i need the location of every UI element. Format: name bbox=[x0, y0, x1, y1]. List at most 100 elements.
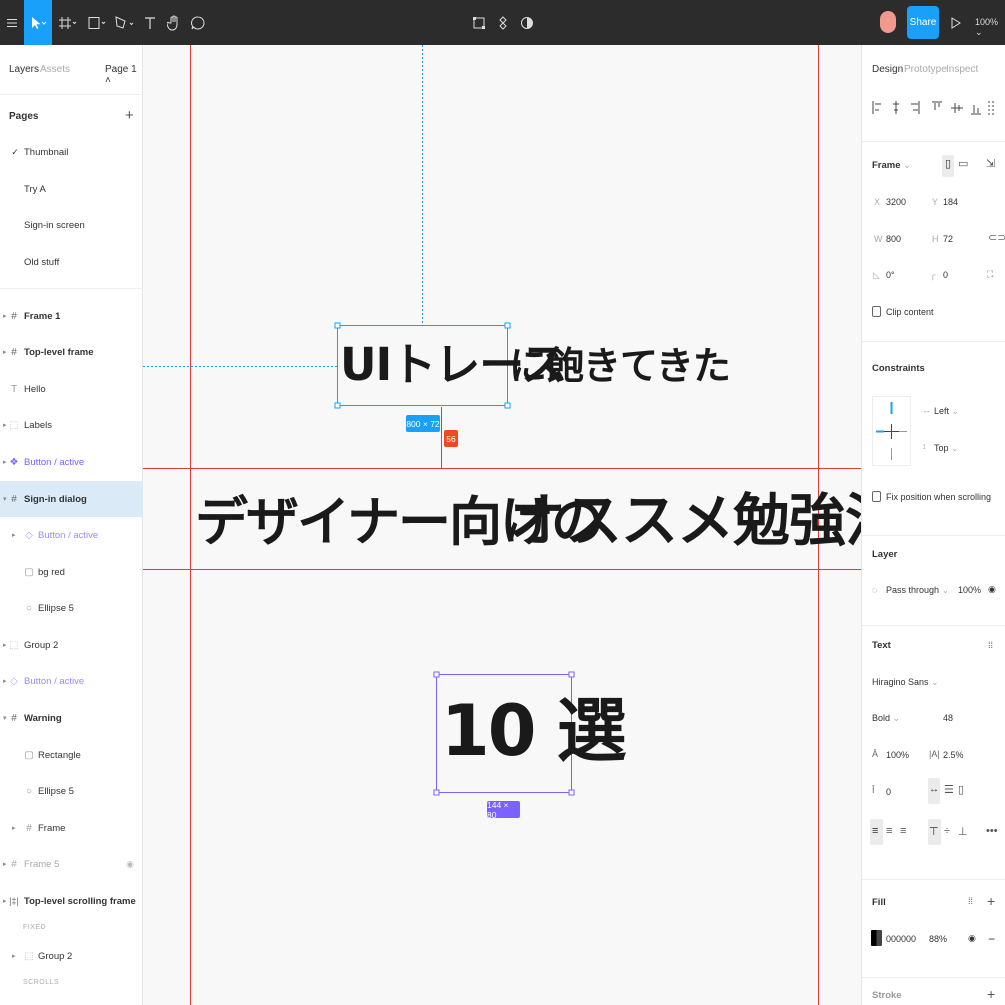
layer-item[interactable]: ▢ bg red bbox=[0, 554, 143, 590]
title-line-2b[interactable]: オススメ勉強法 bbox=[509, 487, 902, 555]
chevron-right-icon[interactable]: ▸ bbox=[12, 824, 16, 832]
fill-opacity[interactable]: 88% bbox=[929, 934, 947, 944]
avatar[interactable] bbox=[880, 11, 896, 33]
landscape-icon[interactable]: ▭ bbox=[958, 157, 968, 170]
tab-layers[interactable]: Layers bbox=[9, 64, 39, 75]
chevron-right-icon[interactable]: ▸ bbox=[3, 458, 7, 466]
align-bottom-icon[interactable]: ⊥ bbox=[958, 825, 968, 838]
layer-item[interactable]: ▸ ⬚ Labels bbox=[0, 407, 143, 443]
y-field[interactable]: 184 bbox=[943, 197, 958, 207]
pen-icon[interactable] bbox=[113, 13, 137, 33]
clip-content-checkbox[interactable] bbox=[872, 306, 881, 317]
chevron-right-icon[interactable]: ▸ bbox=[3, 421, 7, 429]
page-item-old-stuff[interactable]: Old stuff bbox=[0, 244, 143, 280]
fixed-size-icon[interactable]: ▯ bbox=[958, 783, 964, 796]
layer-item[interactable]: ○ Ellipse 5 bbox=[0, 773, 143, 809]
align-left-icon[interactable]: ≡ bbox=[872, 825, 878, 837]
eye-icon[interactable]: ◉ bbox=[968, 933, 976, 944]
chevron-right-icon[interactable]: ▸ bbox=[12, 531, 16, 539]
tab-inspect[interactable]: Inspect bbox=[946, 64, 978, 75]
layer-item[interactable]: ▸ ◇ Button / active bbox=[0, 517, 143, 553]
hidden-eye-icon[interactable]: ◉ bbox=[124, 859, 136, 870]
font-size-field[interactable]: 48 bbox=[943, 713, 953, 723]
layer-item[interactable]: ▢ Rectangle bbox=[0, 737, 143, 773]
chevron-right-icon[interactable]: ▸ bbox=[3, 641, 7, 649]
constraint-vertical[interactable]: Top ⌄ bbox=[934, 443, 959, 454]
frame-label[interactable]: Frame ⌄ bbox=[872, 160, 911, 171]
layer-item[interactable]: ▸ # Frame 1 bbox=[0, 298, 143, 334]
tab-prototype[interactable]: Prototype bbox=[904, 64, 947, 75]
width-field[interactable]: 800 bbox=[886, 234, 901, 244]
align-center-icon[interactable]: ≡ bbox=[886, 825, 892, 837]
layer-item[interactable]: ○ Ellipse 5 bbox=[0, 590, 143, 626]
letter-spacing-field[interactable]: 2.5% bbox=[943, 750, 964, 760]
shape-icon[interactable] bbox=[87, 13, 109, 33]
share-button[interactable]: Share bbox=[907, 6, 939, 39]
contrast-icon[interactable] bbox=[519, 13, 535, 33]
more-options-icon[interactable]: ••• bbox=[986, 825, 998, 837]
font-weight-select[interactable]: Bold ⌄ bbox=[872, 713, 900, 724]
layer-item[interactable]: ▸ ⬚ Group 2 bbox=[0, 627, 143, 663]
remove-fill-icon[interactable]: − bbox=[988, 932, 995, 946]
layer-item[interactable]: ▸ ◇ Button / active bbox=[0, 663, 143, 699]
auto-height-icon[interactable]: ☰ bbox=[944, 783, 954, 796]
layer-item[interactable]: ▾ # Warning bbox=[0, 700, 143, 736]
line-height-field[interactable]: 100% bbox=[886, 750, 909, 760]
layer-opacity[interactable]: 100% bbox=[958, 585, 981, 595]
auto-width-icon[interactable]: ↔ bbox=[929, 784, 939, 795]
layer-item-selected[interactable]: ▾ # Sign-in dialog bbox=[0, 481, 143, 517]
chevron-right-icon[interactable]: ▸ bbox=[3, 348, 7, 356]
page-item-try-a[interactable]: Try A bbox=[0, 171, 143, 207]
paragraph-spacing-field[interactable]: 0 bbox=[886, 787, 891, 797]
tab-design[interactable]: Design bbox=[872, 64, 903, 75]
constraints-widget[interactable] bbox=[872, 396, 912, 466]
hand-icon[interactable] bbox=[166, 13, 182, 33]
fill-hex[interactable]: 000000 bbox=[886, 934, 916, 944]
independent-corners-icon[interactable]: ⛶ bbox=[987, 269, 993, 280]
chevron-down-icon[interactable]: ▾ bbox=[3, 714, 7, 722]
chevron-right-icon[interactable]: ▸ bbox=[3, 677, 7, 685]
layer-item[interactable]: ▸ # Frame bbox=[0, 810, 143, 846]
layer-item[interactable]: ▸ # Frame 5 ◉ bbox=[0, 846, 143, 882]
title-line-1b[interactable]: に飽きてきた bbox=[509, 341, 731, 391]
chevron-right-icon[interactable]: ▸ bbox=[12, 952, 16, 960]
align-right-icon[interactable]: ≡ bbox=[900, 825, 906, 837]
portrait-icon[interactable]: ▯ bbox=[945, 157, 951, 170]
layer-item[interactable]: ▸ ❖ Button / active bbox=[0, 444, 143, 480]
add-fill-icon[interactable]: + bbox=[987, 893, 995, 909]
add-page-icon[interactable]: + bbox=[125, 107, 134, 124]
page-item-thumbnail[interactable]: ✓ Thumbnail bbox=[0, 134, 143, 170]
layer-item[interactable]: ▸ # Top-level frame bbox=[0, 334, 143, 370]
play-icon[interactable] bbox=[950, 13, 962, 33]
align-top-icon[interactable]: ⊤ bbox=[929, 825, 939, 838]
alignment-tools[interactable] bbox=[862, 93, 1005, 123]
chevron-right-icon[interactable]: ▸ bbox=[3, 897, 7, 905]
canvas[interactable]: UIトレース に飽きてきた デザイナー向けの オススメ勉強法 10 選 800 … bbox=[143, 45, 902, 1005]
chevron-right-icon[interactable]: ▸ bbox=[3, 312, 7, 320]
layer-item[interactable]: T Hello bbox=[0, 371, 143, 407]
frame-icon[interactable] bbox=[58, 13, 78, 33]
rotation-field[interactable]: 0° bbox=[886, 270, 895, 280]
height-field[interactable]: 72 bbox=[943, 234, 953, 244]
component-icon[interactable] bbox=[471, 13, 487, 33]
chevron-right-icon[interactable]: ▸ bbox=[3, 860, 7, 868]
page-item-sign-in-screen[interactable]: Sign-in screen bbox=[0, 207, 143, 243]
add-stroke-icon[interactable]: + bbox=[987, 986, 995, 1002]
corner-radius-field[interactable]: 0 bbox=[943, 270, 948, 280]
fill-styles-icon[interactable]: ⁞⁞ bbox=[968, 896, 973, 906]
align-middle-icon[interactable]: ÷ bbox=[944, 825, 950, 837]
title-line-3[interactable]: 10 選 bbox=[441, 681, 627, 781]
menu-icon[interactable] bbox=[5, 13, 19, 33]
move-tool-button[interactable] bbox=[24, 0, 52, 45]
layer-item[interactable]: ▸ ⬚ Group 2 bbox=[0, 938, 143, 974]
zoom-level[interactable]: 100% ⌄ bbox=[975, 17, 1005, 38]
chevron-down-icon[interactable]: ▾ bbox=[3, 495, 7, 503]
comment-icon[interactable] bbox=[190, 13, 206, 33]
x-field[interactable]: 3200 bbox=[886, 197, 906, 207]
text-styles-icon[interactable]: ⁞⁞ bbox=[988, 640, 993, 650]
font-family-select[interactable]: Hiragino Sans ⌄ bbox=[872, 677, 939, 688]
components-set-icon[interactable] bbox=[495, 13, 511, 33]
layer-item[interactable]: ▸ |‡| Top-level scrolling frame bbox=[0, 883, 143, 919]
text-icon[interactable] bbox=[143, 13, 157, 33]
constrain-proportions-icon[interactable]: ⊂⊃ bbox=[988, 231, 1005, 244]
